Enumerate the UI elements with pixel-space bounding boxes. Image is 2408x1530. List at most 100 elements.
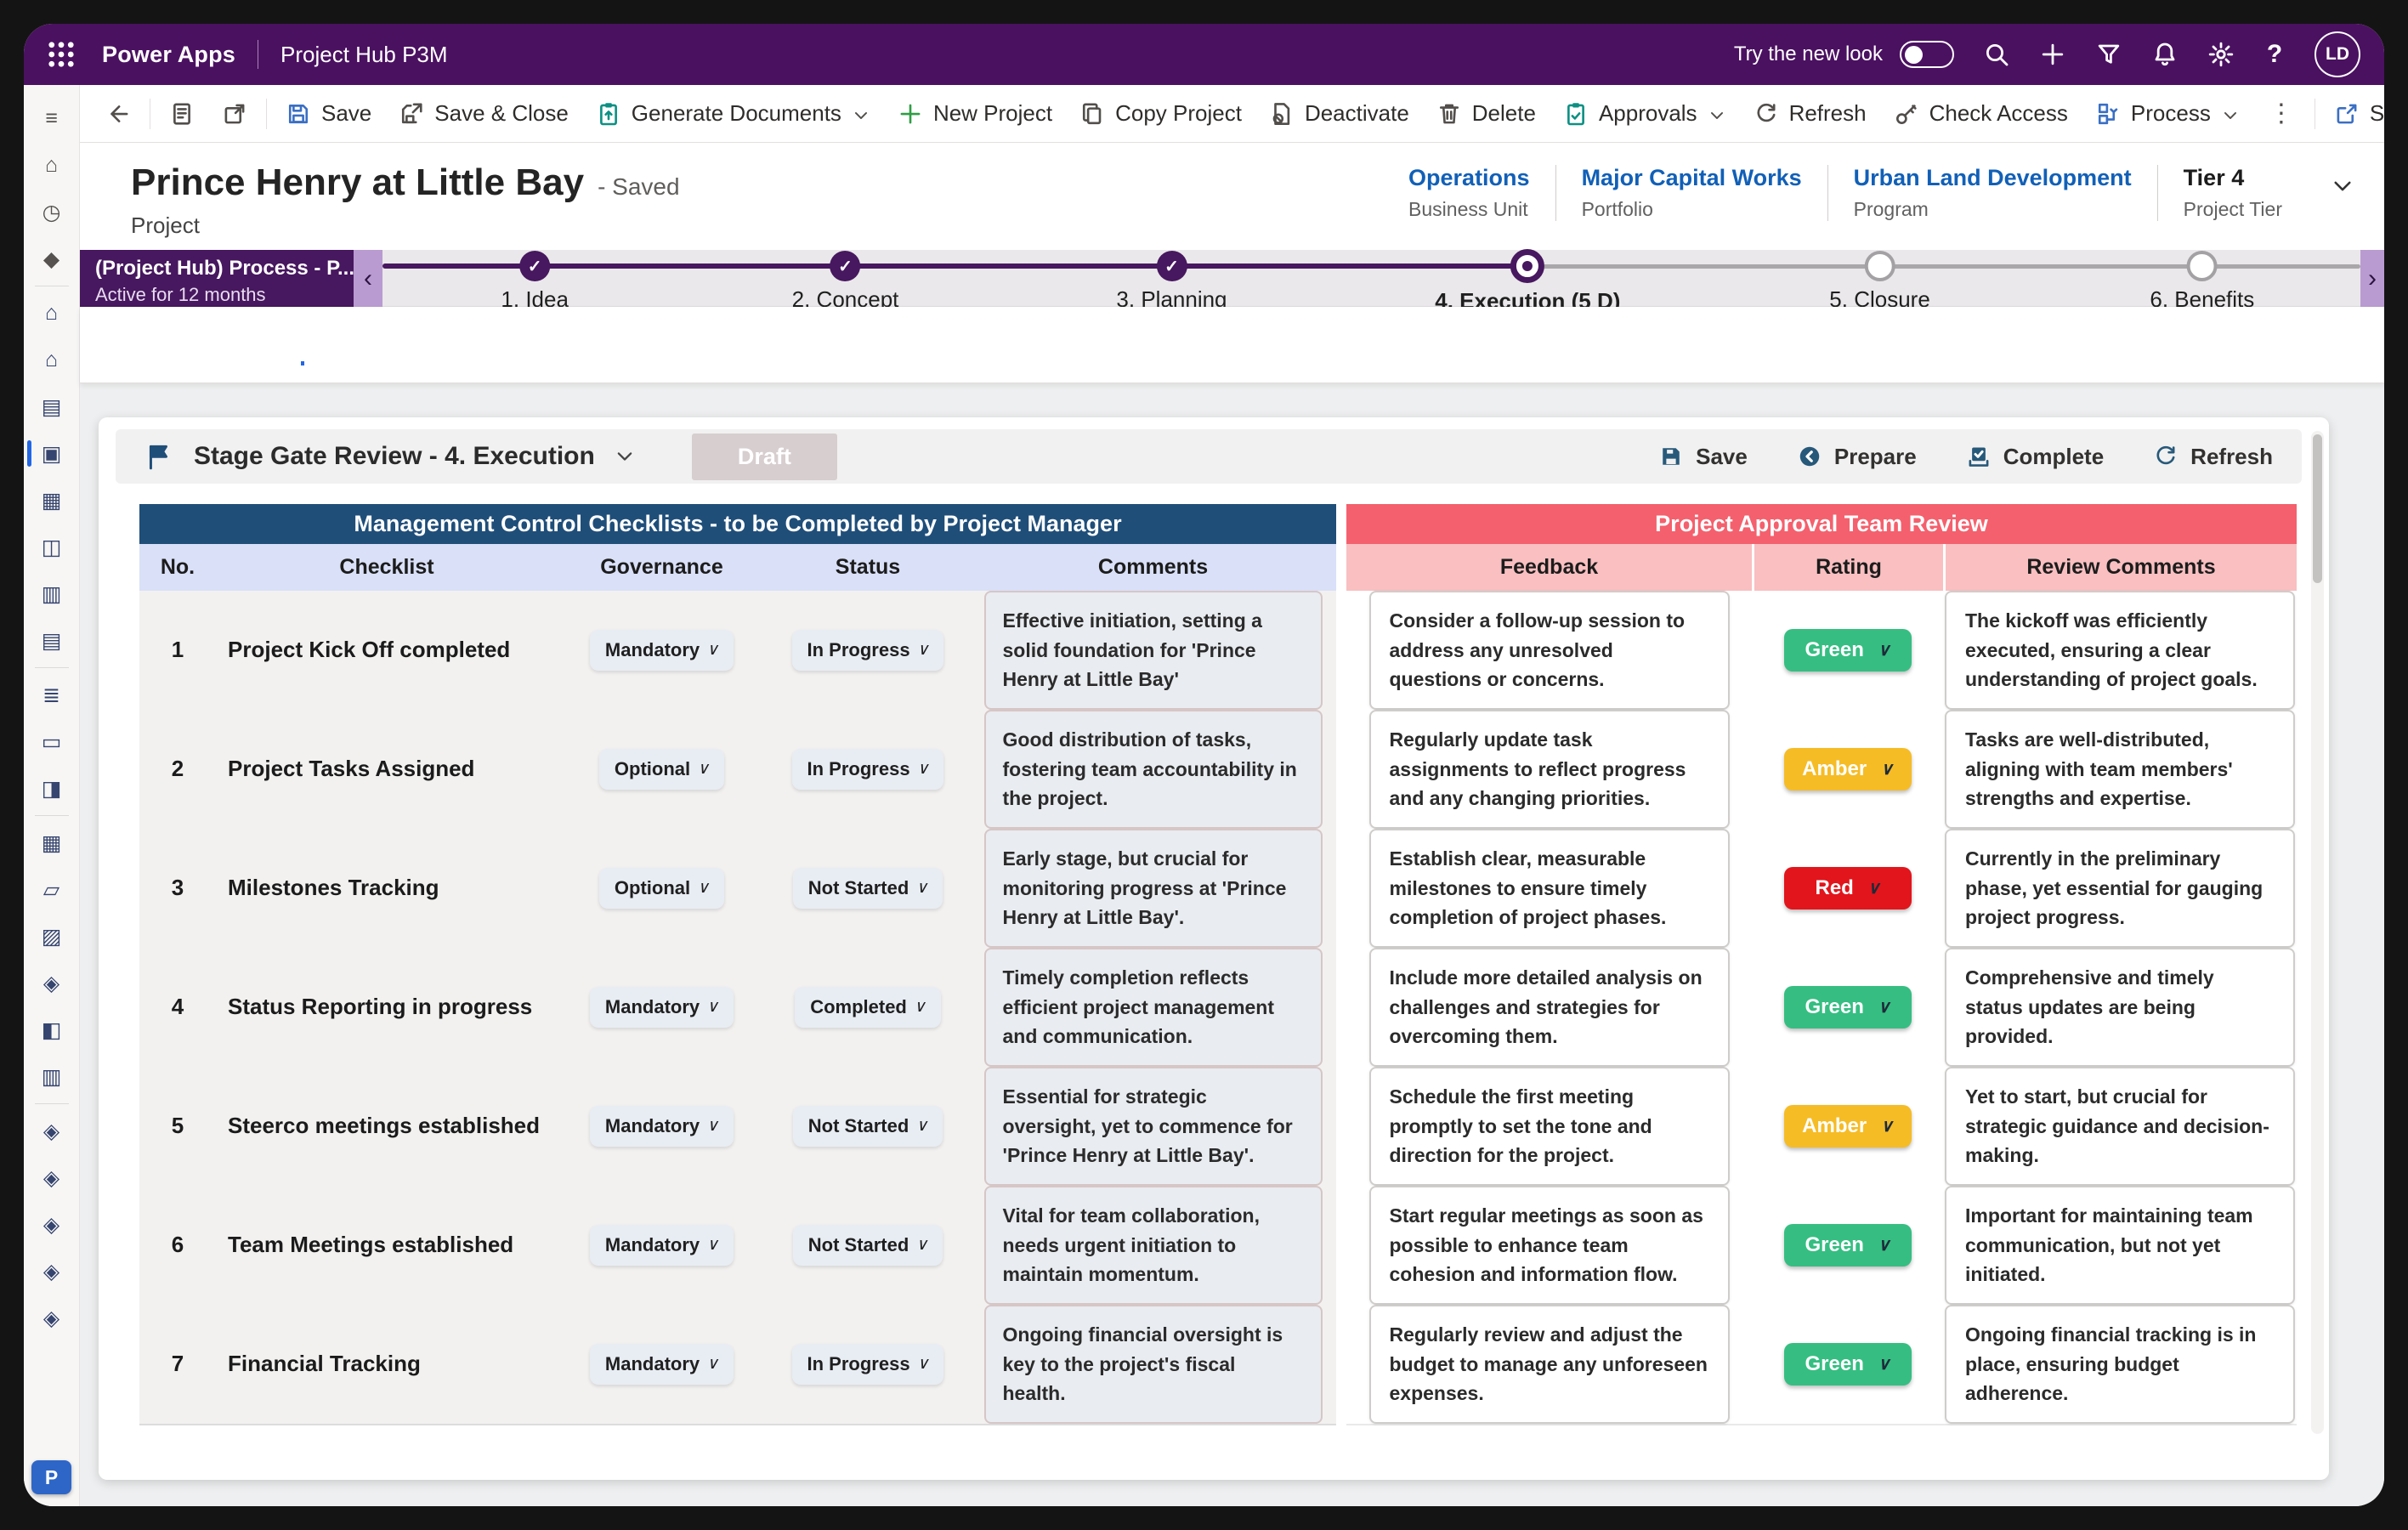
cmd-save-button[interactable]: Save	[272, 92, 385, 135]
cmd-approvals-button[interactable]: Approvals	[1550, 92, 1740, 135]
cmd-check-access-button[interactable]: Check Access	[1880, 92, 2082, 135]
sidebar-p-document-icon[interactable]: ◨	[24, 765, 79, 812]
refresh-button[interactable]: Refresh	[2153, 444, 2273, 470]
tab-investments[interactable]	[556, 324, 559, 366]
tab-tasks[interactable]	[513, 324, 517, 366]
review-comments-textbox[interactable]: Tasks are well-distributed, aligning wit…	[1945, 710, 2295, 829]
review-comments-textbox[interactable]: Important for maintaining team communica…	[1945, 1186, 2295, 1305]
comments-textbox[interactable]: Ongoing financial oversight is key to th…	[984, 1305, 1323, 1424]
governance-dropdown[interactable]: Optional∨	[599, 749, 724, 790]
sidebar-sync-3-icon[interactable]: ◈	[24, 1201, 79, 1248]
cmd-delete-button[interactable]: Delete	[1423, 92, 1550, 135]
sidebar-sync-4-icon[interactable]: ◈	[24, 1248, 79, 1295]
feedback-textbox[interactable]: Regularly update task assignments to ref…	[1369, 710, 1730, 829]
sidebar-pinned-icon[interactable]: ◆	[24, 235, 79, 282]
sidebar-list-icon[interactable]: ≣	[24, 672, 79, 718]
governance-dropdown[interactable]: Optional∨	[599, 868, 724, 909]
review-comments-textbox[interactable]: Ongoing financial tracking is in place, …	[1945, 1305, 2295, 1424]
form-switcher-button[interactable]	[156, 93, 208, 135]
sidebar-calendar-icon[interactable]: ▦	[24, 819, 79, 866]
sidebar-programs-home-icon[interactable]: ⌂	[24, 337, 79, 383]
governance-dropdown[interactable]: Mandatory∨	[590, 1106, 734, 1147]
rating-dropdown[interactable]: Amber∨	[1784, 1105, 1912, 1148]
rating-dropdown[interactable]: Green∨	[1784, 1343, 1912, 1386]
sidebar-sync-2-icon[interactable]: ◈	[24, 1154, 79, 1201]
status-dropdown[interactable]: In Progress∨	[792, 1344, 944, 1385]
share-button[interactable]: Share	[2320, 92, 2384, 135]
process-scroll-left-button[interactable]: ‹	[354, 250, 382, 307]
sidebar-documents-icon[interactable]: ▣	[24, 430, 79, 477]
comments-textbox[interactable]: Vital for team collaboration, needs urge…	[984, 1186, 1323, 1305]
review-comments-textbox[interactable]: Currently in the preliminary phase, yet …	[1945, 829, 2295, 948]
status-dropdown[interactable]: In Progress∨	[792, 630, 944, 671]
feedback-textbox[interactable]: Start regular meetings as soon as possib…	[1369, 1186, 1730, 1305]
tab-raid[interactable]	[386, 324, 389, 366]
tab-assessment[interactable]	[258, 324, 262, 366]
stage-5[interactable]: 5. Closure	[1829, 250, 1930, 313]
governance-dropdown[interactable]: Mandatory∨	[590, 1344, 734, 1385]
comments-textbox[interactable]: Good distribution of tasks, fostering te…	[984, 710, 1323, 829]
tab-stage-gate-review[interactable]	[301, 324, 304, 366]
governance-dropdown[interactable]: Mandatory∨	[590, 1225, 734, 1266]
settings-gear-icon[interactable]	[2207, 41, 2235, 68]
process-scroll-right-button[interactable]: ›	[2360, 250, 2384, 307]
cmd-generate-documents-button[interactable]: Generate Documents	[582, 92, 884, 135]
cmd-new-project-button[interactable]: New Project	[884, 92, 1066, 135]
popout-button[interactable]	[208, 93, 261, 135]
cmd-deactivate-button[interactable]: Deactivate	[1255, 92, 1423, 135]
tab-milestones[interactable]	[641, 324, 644, 366]
stage-1[interactable]: ✓ 1. Idea	[501, 250, 569, 313]
status-dropdown[interactable]: In Progress∨	[792, 749, 944, 790]
sidebar-sync-1-icon[interactable]: ◈	[24, 1108, 79, 1154]
sidebar-sync-5-icon[interactable]: ◈	[24, 1295, 79, 1341]
sidebar-recent-icon[interactable]: ◷	[24, 189, 79, 235]
comments-textbox[interactable]: Timely completion reflects efficient pro…	[984, 948, 1323, 1067]
header-expand-chevron-icon[interactable]	[2330, 173, 2355, 199]
review-comments-textbox[interactable]: The kickoff was efficiently executed, en…	[1945, 591, 2295, 710]
feedback-textbox[interactable]: Regularly review and adjust the budget t…	[1369, 1305, 1730, 1424]
cmd-refresh-button[interactable]: Refresh	[1740, 92, 1880, 135]
sidebar-workflow-icon[interactable]: ◈	[24, 960, 79, 1006]
help-icon[interactable]: ?	[2264, 40, 2286, 69]
user-avatar[interactable]: LD	[2315, 31, 2360, 77]
rating-dropdown[interactable]: Green∨	[1784, 986, 1912, 1028]
app-name[interactable]: Project Hub P3M	[280, 42, 448, 68]
governance-dropdown[interactable]: Mandatory∨	[590, 987, 734, 1028]
complete-button[interactable]: Complete	[1966, 444, 2104, 470]
stage-4[interactable]: 4. Execution (5 D)	[1435, 250, 1620, 314]
tab-resources[interactable]	[598, 324, 602, 366]
sidebar-folder-icon[interactable]: ▤	[24, 617, 79, 664]
tab-business-case[interactable]	[216, 324, 219, 366]
sidebar-chart-icon[interactable]: ▥	[24, 1053, 79, 1100]
feedback-textbox[interactable]: Establish clear, measurable milestones t…	[1369, 829, 1730, 948]
field-value[interactable]: Tier 4	[2184, 165, 2282, 191]
vertical-scrollbar[interactable]	[2311, 431, 2324, 1434]
scrollbar-thumb[interactable]	[2313, 434, 2322, 583]
status-dropdown[interactable]: Not Started∨	[793, 1225, 943, 1266]
search-icon[interactable]	[1983, 41, 2010, 68]
review-select-chevron-icon[interactable]	[614, 445, 636, 468]
cmd-copy-project-button[interactable]: Copy Project	[1066, 92, 1255, 135]
comments-textbox[interactable]: Essential for strategic oversight, yet t…	[984, 1067, 1323, 1186]
sidebar-projects-home-icon[interactable]: ⌂	[24, 290, 79, 337]
sidebar-timeline-icon[interactable]: ▭	[24, 718, 79, 765]
tab-summary[interactable]	[173, 324, 177, 366]
status-dropdown[interactable]: Completed∨	[795, 987, 941, 1028]
filter-icon[interactable]	[2095, 41, 2122, 68]
sidebar-vehicle-icon[interactable]: ▱	[24, 866, 79, 913]
status-dropdown[interactable]: Not Started∨	[793, 868, 943, 909]
sidebar-id-card-icon[interactable]: ▨	[24, 913, 79, 960]
sidebar-layers-icon[interactable]: ▦	[24, 477, 79, 524]
tab-changes[interactable]	[471, 324, 474, 366]
waffle-icon[interactable]	[46, 39, 76, 70]
new-look-toggle[interactable]	[1900, 41, 1954, 68]
back-button[interactable]	[92, 93, 144, 135]
tab-actions[interactable]	[428, 324, 432, 366]
sidebar-home-icon[interactable]: ⌂	[24, 142, 79, 189]
save-button[interactable]: Save	[1658, 444, 1748, 470]
sidebar-menu-icon[interactable]: ≡	[24, 95, 79, 142]
more-commands-button[interactable]: ⋮	[2253, 99, 2309, 128]
status-dropdown[interactable]: Not Started∨	[793, 1106, 943, 1147]
field-value[interactable]: Operations	[1408, 165, 1530, 191]
stage-2[interactable]: ✓ 2. Concept	[792, 250, 899, 313]
